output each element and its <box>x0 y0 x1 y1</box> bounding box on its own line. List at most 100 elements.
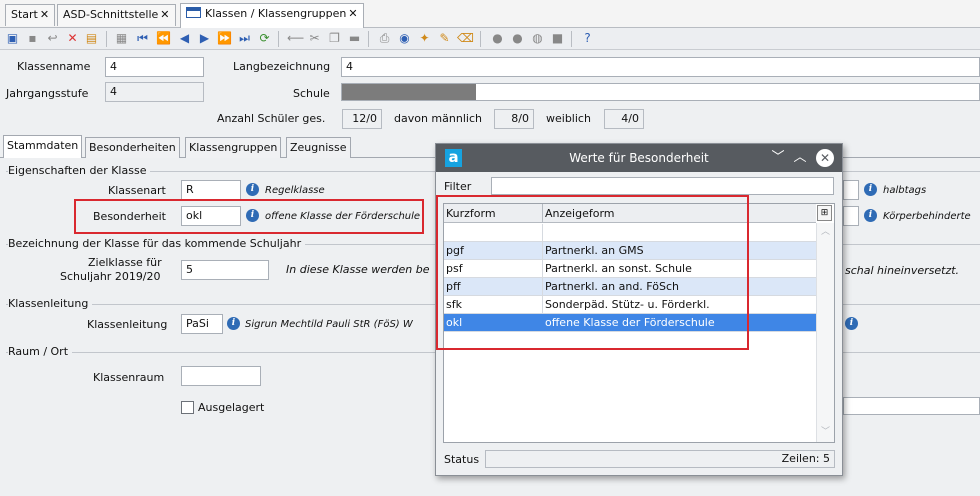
chevron-up-icon[interactable]: ︿ <box>791 149 809 167</box>
zielklasse-label-line2: Schuljahr 2019/20 <box>60 270 161 283</box>
tab-start[interactable]: Start ✕ <box>5 4 56 26</box>
anzahl-schueler-field: 12/0 <box>342 109 382 129</box>
highlight-box-popup-grid <box>436 195 749 350</box>
weiblich-field: 4/0 <box>604 109 644 129</box>
help-icon[interactable]: ? <box>580 31 595 46</box>
undo-icon[interactable]: ↩ <box>45 31 60 46</box>
lightbulb-icon[interactable]: ✦ <box>417 31 432 46</box>
refresh-icon[interactable]: ⟳ <box>257 31 272 46</box>
toolbar-separator <box>278 31 279 47</box>
close-icon[interactable]: ✕ <box>348 7 357 20</box>
clean-icon[interactable]: ⌫ <box>457 31 474 46</box>
right-hint-2: Körperbehinderte <box>883 211 971 222</box>
user-icon[interactable]: ● <box>490 31 505 46</box>
schule-label: Schule <box>293 87 330 100</box>
ausgelagert-label: Ausgelagert <box>198 401 265 414</box>
klassenleitung-hint: Sigrun Mechtild Pauli StR (FöS) W <box>245 319 413 330</box>
back-arrow-icon[interactable]: ⟵ <box>287 31 304 46</box>
zielklasse-label-line1: Zielklasse für <box>88 256 162 269</box>
section-title-raum: Raum / Ort <box>8 345 73 358</box>
preview-icon[interactable]: ◉ <box>397 31 412 46</box>
zielklasse-field[interactable]: 5 <box>181 260 269 280</box>
tab-klassengruppen[interactable]: Klassengruppen <box>185 137 282 158</box>
table-icon <box>186 7 201 18</box>
klassenname-label: Klassenname <box>17 60 91 73</box>
close-icon[interactable]: ✕ <box>816 149 834 167</box>
zielklasse-hint: In diese Klasse werden be <box>286 263 430 276</box>
tab-asd-schnittstelle[interactable]: ASD-Schnittstelle ✕ <box>57 4 176 26</box>
close-icon[interactable]: ✕ <box>160 8 169 21</box>
status-field: Zeilen: 5 <box>485 450 835 468</box>
group-icon[interactable]: ■ <box>550 31 565 46</box>
filter-input[interactable] <box>491 177 834 195</box>
scroll-down-icon[interactable]: ﹀ <box>820 427 831 437</box>
toolbar-separator <box>571 31 572 47</box>
langbezeichnung-label: Langbezeichnung <box>233 60 331 73</box>
filter-label: Filter <box>444 180 472 193</box>
klassenart-hint: Regelklasse <box>265 185 325 196</box>
cut-icon[interactable]: ✂ <box>307 31 322 46</box>
info-icon[interactable]: i <box>227 317 240 330</box>
copy-record-icon[interactable]: ▦ <box>114 31 129 46</box>
info-icon[interactable]: i <box>864 183 877 196</box>
close-icon[interactable]: ✕ <box>40 8 49 21</box>
new-icon[interactable]: ▣ <box>5 31 20 46</box>
tab-label: Klassen / Klassengruppen <box>205 7 347 20</box>
tab-stammdaten[interactable]: Stammdaten <box>3 135 83 158</box>
toolbar: ▣ ▪ ↩ ✕ ▤ ▦ ⏮ ⏪ ◀ ▶ ⏩ ⏭ ⟳ ⟵ ✂ ❐ ▬ ⎙ ◉ ✦ … <box>0 28 980 50</box>
ausgelagert-checkbox[interactable] <box>181 401 194 414</box>
right-hint-1: halbtags <box>883 185 927 196</box>
vertical-scrollbar[interactable]: ︿ ﹀ <box>816 223 834 442</box>
previous-record-icon[interactable]: ◀ <box>177 31 192 46</box>
jahrgangsstufe-label: Jahrgangsstufe <box>6 87 89 100</box>
wizard-icon[interactable]: ✎ <box>437 31 452 46</box>
info-icon[interactable]: i <box>864 209 877 222</box>
klassenart-field[interactable]: R <box>181 180 241 200</box>
tab-label: Start <box>11 8 38 21</box>
klassenname-field[interactable]: 4 <box>105 57 204 77</box>
jahrgangsstufe-field: 4 <box>105 82 204 102</box>
row-count: Zeilen: 5 <box>781 452 830 465</box>
first-record-icon[interactable]: ⏮ <box>135 31 150 46</box>
user-settings-icon[interactable]: ◍ <box>530 31 545 46</box>
highlight-box-besonderheit <box>74 199 424 234</box>
klassenleitung-field[interactable]: PaSi <box>181 314 223 334</box>
tab-besonderheiten[interactable]: Besonderheiten <box>85 137 180 158</box>
toolbar-separator <box>368 31 369 47</box>
right-field-3[interactable] <box>843 397 980 415</box>
print-icon[interactable]: ⎙ <box>377 31 392 46</box>
langbezeichnung-field[interactable]: 4 <box>341 57 980 77</box>
next-page-icon[interactable]: ⏩ <box>217 31 232 46</box>
toolbar-separator <box>480 31 481 47</box>
previous-page-icon[interactable]: ⏪ <box>156 31 171 46</box>
section-title-klassenleitung: Klassenleitung <box>8 297 93 310</box>
status-label: Status <box>444 453 480 466</box>
chevron-down-icon[interactable]: ﹀ <box>769 149 787 167</box>
klassenraum-field[interactable] <box>181 366 261 386</box>
users-icon[interactable]: ● <box>510 31 525 46</box>
maennlich-field: 8/0 <box>494 109 534 129</box>
delete-icon[interactable]: ✕ <box>65 31 80 46</box>
cancel-icon[interactable]: ▤ <box>84 31 99 46</box>
info-icon[interactable]: i <box>246 183 259 196</box>
schule-progress <box>341 83 980 101</box>
save-icon[interactable]: ▪ <box>25 31 40 46</box>
next-record-icon[interactable]: ▶ <box>197 31 212 46</box>
zielklasse-hint-right: schal hineinversetzt. <box>845 264 960 277</box>
anzahl-schueler-label: Anzahl Schüler ges. <box>217 112 326 125</box>
right-field-1[interactable] <box>843 180 859 200</box>
info-icon[interactable]: i <box>845 317 858 330</box>
paste-icon[interactable]: ▬ <box>347 31 362 46</box>
klassenleitung-label: Klassenleitung <box>87 318 168 331</box>
tab-klassen[interactable]: Klassen / Klassengruppen ✕ <box>180 3 364 28</box>
toolbar-separator <box>106 31 107 47</box>
klassenart-label: Klassenart <box>108 184 166 197</box>
section-title-bezeichnung: Bezeichnung der Klasse für das kommende … <box>8 237 306 250</box>
document-tab-bar: Start ✕ ASD-Schnittstelle ✕ Klassen / Klas… <box>0 0 980 28</box>
right-field-2[interactable] <box>843 206 859 226</box>
column-chooser-icon[interactable]: ⊞ <box>817 205 832 221</box>
scroll-up-icon[interactable]: ︿ <box>820 227 831 237</box>
last-record-icon[interactable]: ⏭ <box>237 31 252 46</box>
copy-icon[interactable]: ❐ <box>327 31 342 46</box>
tab-zeugnisse[interactable]: Zeugnisse <box>286 137 351 158</box>
